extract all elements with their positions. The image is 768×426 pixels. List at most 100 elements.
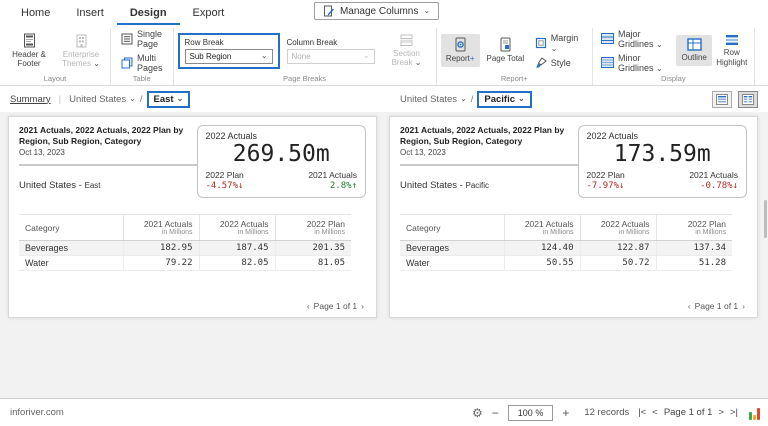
status-bar: inforiver.com ⚙ − 100 % + 12 records |< … xyxy=(0,398,768,426)
title-divider xyxy=(400,164,578,167)
ribbon-group-table: Single Page Multi Pages Table xyxy=(111,28,174,85)
outline-button[interactable]: Outline xyxy=(676,35,712,66)
chevron-down-icon: ⌄ xyxy=(423,6,431,15)
row-break-select[interactable]: Sub Region ⌄ xyxy=(184,48,273,64)
prev-page-button[interactable]: < xyxy=(652,407,658,418)
page-indicator: Page 1 of 1 xyxy=(313,301,358,311)
outline-label: Outline xyxy=(681,53,707,63)
zoom-in-button[interactable]: + xyxy=(562,407,569,419)
breadcrumb-region-east[interactable]: East ⌄ xyxy=(146,90,191,108)
chevron-down-icon: ⌄ xyxy=(93,59,100,68)
first-page-button[interactable]: |< xyxy=(638,407,646,418)
chevron-down-icon: ⌄ xyxy=(260,51,268,60)
major-gridlines-button[interactable]: Major Gridlines ⌄ xyxy=(601,29,670,49)
kpi-value: 269.50m xyxy=(232,141,330,167)
style-button[interactable]: Style xyxy=(535,56,584,69)
report-plus-button[interactable]: Report+ xyxy=(440,34,480,67)
report-title: 2021 Actuals, 2022 Actuals, 2022 Plan by… xyxy=(400,125,565,147)
kpi-card: 2022 Actuals 269.50m 2022 Plan -4.57%↓ 2… xyxy=(196,125,366,199)
tab-home[interactable]: Home xyxy=(8,2,63,25)
kpi-plan-delta: 2022 Plan -7.97%↓ xyxy=(586,170,625,192)
kpi-label: 2022 Actuals xyxy=(205,131,258,141)
column-break-select[interactable]: None ⌄ xyxy=(286,48,375,64)
col-category[interactable]: Category xyxy=(400,214,504,242)
page-total-label: Page Total xyxy=(486,54,525,64)
breadcrumb-country-right[interactable]: United States ⌄ xyxy=(400,94,467,105)
group-label-page-breaks: Page Breaks xyxy=(283,74,326,83)
region-heading: United States - East xyxy=(19,180,101,192)
tab-export[interactable]: Export xyxy=(180,2,238,25)
chevron-down-icon: ⌄ xyxy=(176,94,184,103)
page-next-icon[interactable]: › xyxy=(361,301,364,311)
group-label-report: Report+ xyxy=(500,74,528,83)
col-2021-actuals[interactable]: 2021 Actuals in Millions xyxy=(122,214,199,242)
kpi-value: 173.59m xyxy=(613,141,711,167)
chevron-down-icon: ⌄ xyxy=(414,58,422,67)
single-page-label: Single Page xyxy=(137,28,163,49)
col-2022-actuals[interactable]: 2022 Actuals in Millions xyxy=(198,214,275,242)
col-2022-actuals[interactable]: 2022 Actuals in Millions xyxy=(579,214,656,242)
table-row[interactable]: Beverages 182.95 187.45 201.35 xyxy=(19,240,351,257)
manage-columns-button[interactable]: Manage Columns ⌄ xyxy=(313,2,440,20)
table-row[interactable]: Water 50.55 50.72 51.28 xyxy=(400,255,732,272)
chevron-down-icon: ⌄ xyxy=(656,39,663,49)
col-2021-actuals[interactable]: 2021 Actuals in Millions xyxy=(503,214,580,242)
table-row[interactable]: Beverages 124.40 122.87 137.34 xyxy=(400,240,732,257)
chevron-down-icon: ⌄ xyxy=(518,94,525,103)
site-link[interactable]: inforiver.com xyxy=(10,407,64,418)
menu-bar: Home Insert Design Export Manage Columns… xyxy=(0,0,768,26)
last-page-button[interactable]: >| xyxy=(730,407,738,418)
category-table: Category 2021 Actuals in Millions 2022 Ac… xyxy=(400,214,732,272)
summary-link[interactable]: Summary xyxy=(10,94,51,105)
ribbon-group-display: Major Gridlines ⌄ Minor Gridlines ⌄ Outl… xyxy=(593,28,755,85)
header-footer-button[interactable]: Header & Footer xyxy=(4,30,54,71)
ribbon-group-layout: Header & Footer Enterprise Themes ⌄ Layo… xyxy=(0,28,111,85)
page-indicator: Page 1 of 1 xyxy=(694,301,739,311)
ribbon-group-page-breaks: Row Break Sub Region ⌄ Column Break None… xyxy=(174,28,437,85)
single-page-button[interactable]: Single Page xyxy=(121,29,163,49)
enterprise-themes-button[interactable]: Enterprise Themes ⌄ xyxy=(56,30,106,71)
report-panel-pacific: 2021 Actuals, 2022 Actuals, 2022 Plan by… xyxy=(389,116,758,318)
next-page-button[interactable]: > xyxy=(718,407,724,418)
kpi-prev-delta: 2021 Actuals 2.8%↑ xyxy=(308,170,357,192)
region-heading: United States - Pacific xyxy=(400,180,490,192)
chevron-down-icon: ⌄ xyxy=(656,63,663,73)
section-break-button[interactable]: Section Break ⌄ xyxy=(382,31,432,70)
multi-pages-button[interactable]: Multi Pages xyxy=(121,53,163,73)
record-pager: |< < Page 1 of 1 > >| xyxy=(638,407,738,418)
margin-button[interactable]: Margin ⌄ xyxy=(535,33,584,53)
breadcrumb-right: United States ⌄ / Pacific ⌄ xyxy=(384,90,768,108)
page-prev-icon[interactable]: ‹ xyxy=(307,301,310,311)
two-column-view-button[interactable] xyxy=(738,90,758,108)
page-total-button[interactable]: Page Total xyxy=(482,34,529,66)
kpi-prev-delta: 2021 Actuals -0.78%↓ xyxy=(689,170,738,192)
single-column-view-button[interactable] xyxy=(712,90,732,108)
major-gridlines-label: Major Gridlines ⌄ xyxy=(618,28,663,49)
breadcrumb-country-left[interactable]: United States ⌄ xyxy=(69,94,136,105)
tab-insert[interactable]: Insert xyxy=(63,2,117,25)
gear-icon[interactable]: ⚙ xyxy=(472,406,483,420)
breadcrumb-left: Summary | United States ⌄ / East ⌄ xyxy=(0,90,384,108)
col-2022-plan[interactable]: 2022 Plan in Millions xyxy=(655,214,732,242)
page-indicator: Page 1 of 1 xyxy=(663,407,713,418)
group-label-table: Table xyxy=(132,74,151,83)
minor-gridlines-label: Minor Gridlines ⌄ xyxy=(618,52,663,73)
page-next-icon[interactable]: › xyxy=(742,301,745,311)
breadcrumb-region-pacific[interactable]: Pacific ⌄ xyxy=(477,90,532,108)
minor-gridlines-button[interactable]: Minor Gridlines ⌄ xyxy=(601,53,670,73)
group-label-display: Display xyxy=(660,74,686,83)
page-prev-icon[interactable]: ‹ xyxy=(688,301,691,311)
zoom-level[interactable]: 100 % xyxy=(507,404,554,421)
table-row[interactable]: Water 79.22 82.05 81.05 xyxy=(19,255,351,272)
vertical-scrollbar[interactable] xyxy=(764,200,767,238)
tab-design[interactable]: Design xyxy=(116,2,180,25)
col-2022-plan[interactable]: 2022 Plan in Millions xyxy=(274,214,351,242)
zoom-out-button[interactable]: − xyxy=(492,407,499,419)
report-date: Oct 13, 2023 xyxy=(400,148,446,158)
col-category[interactable]: Category xyxy=(19,214,123,242)
column-break-label: Column Break xyxy=(286,37,338,47)
theme-button[interactable]: Theme ⌄ xyxy=(759,30,768,70)
down-arrow-icon: ↓ xyxy=(619,181,625,192)
kpi-label: 2022 Actuals xyxy=(586,131,639,141)
row-highlight-button[interactable]: Row Highlight xyxy=(714,31,750,69)
